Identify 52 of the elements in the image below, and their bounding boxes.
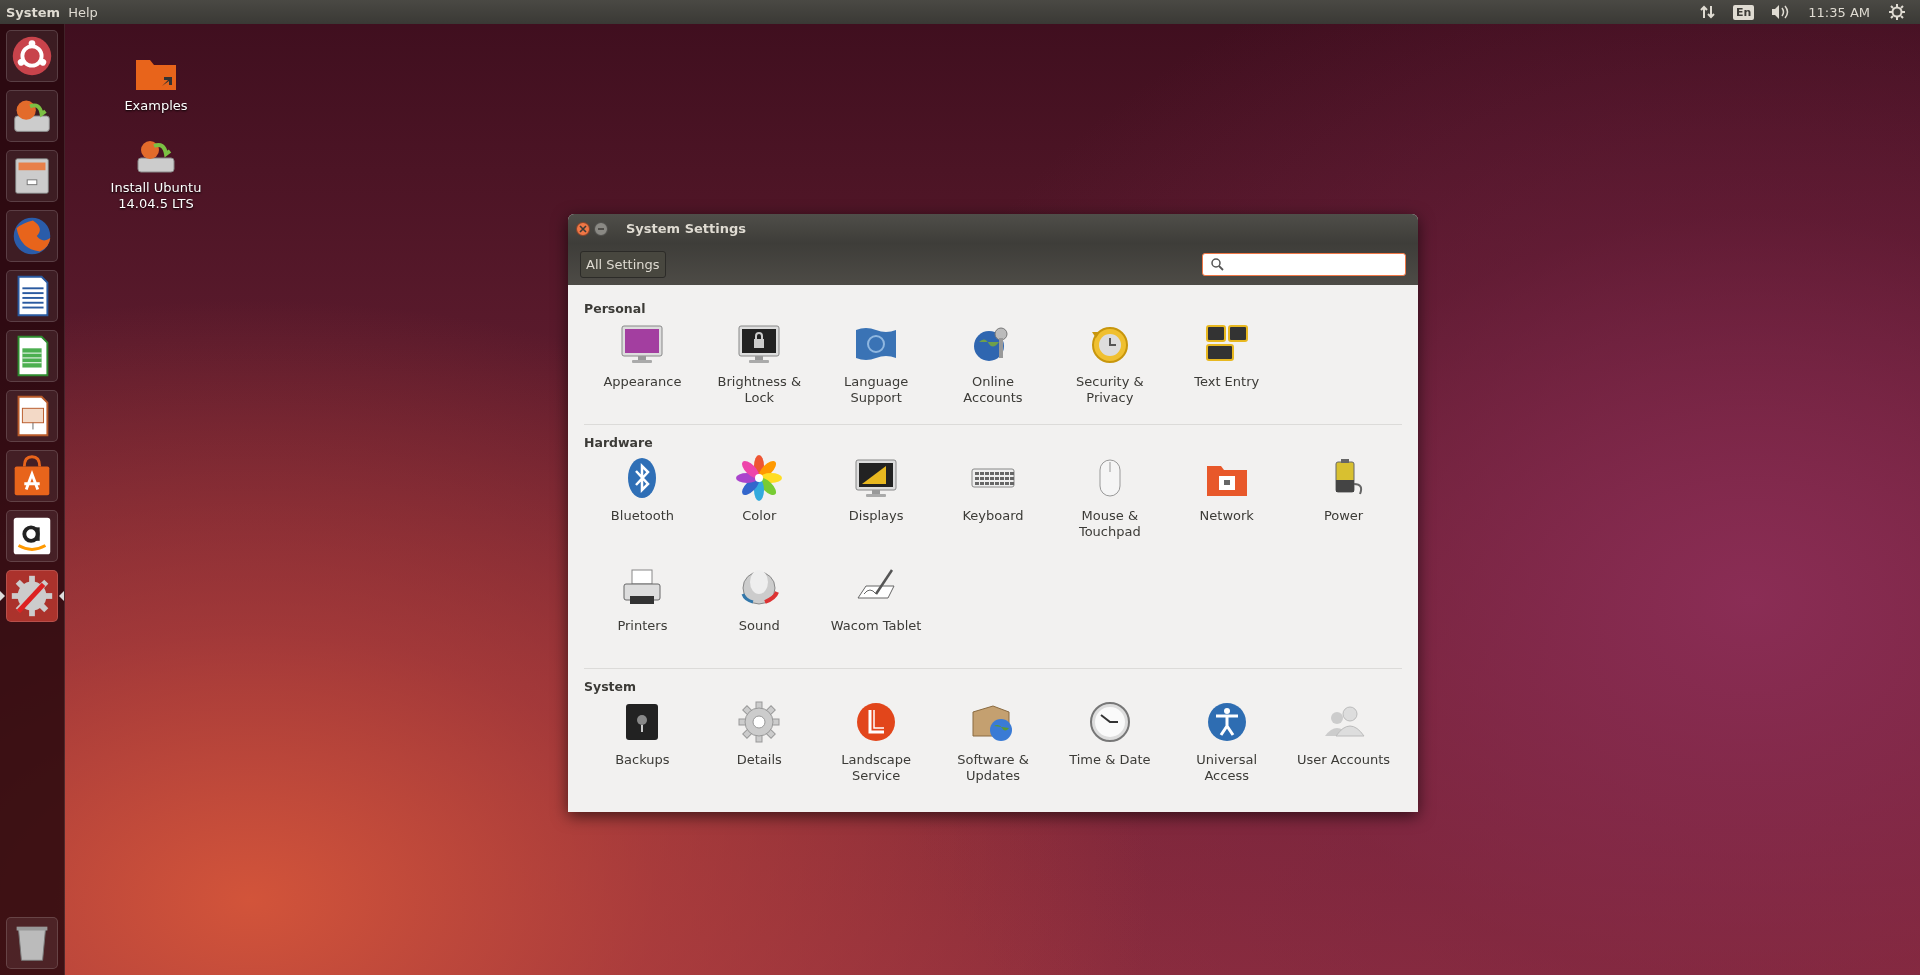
settings-item[interactable]: Brightness & Lock: [700, 318, 818, 416]
settings-item[interactable]: Language Support: [817, 318, 935, 416]
clock[interactable]: 11:35 AM: [1808, 4, 1870, 20]
search-field[interactable]: [1202, 252, 1406, 276]
launcher-item[interactable]: [6, 390, 58, 442]
settings-item[interactable]: Printers: [584, 562, 701, 660]
launcher-item[interactable]: [6, 510, 58, 562]
settings-item[interactable]: Landscape Service: [817, 696, 935, 794]
settings-item[interactable]: Text Entry: [1168, 318, 1286, 416]
minimize-button[interactable]: [594, 221, 608, 236]
launcher-item[interactable]: [6, 30, 58, 82]
menu-item[interactable]: System: [6, 4, 61, 20]
window-title: System Settings: [626, 221, 747, 236]
search-icon: [1211, 257, 1224, 271]
launcher-item[interactable]: [6, 450, 58, 502]
launcher-item[interactable]: [6, 90, 58, 142]
section-heading: System: [584, 679, 638, 694]
settings-item[interactable]: Mouse & Touchpad: [1051, 452, 1169, 550]
power-gear-icon[interactable]: [1889, 4, 1905, 20]
settings-item[interactable]: Sound: [700, 562, 818, 660]
launcher-item[interactable]: [6, 270, 58, 322]
settings-item[interactable]: Software & Updates: [934, 696, 1052, 794]
launcher-item[interactable]: [6, 150, 58, 202]
settings-item[interactable]: Appearance: [584, 318, 701, 416]
settings-item[interactable]: Details: [700, 696, 818, 794]
settings-item[interactable]: Time & Date: [1051, 696, 1169, 794]
section-heading: Personal: [584, 301, 647, 316]
launcher-item[interactable]: [6, 330, 58, 382]
up-down-arrows-icon[interactable]: [1699, 4, 1716, 20]
close-icon: [579, 224, 587, 233]
settings-item[interactable]: Online Accounts: [934, 318, 1052, 416]
section-heading: Hardware: [584, 435, 654, 450]
settings-item[interactable]: Displays: [817, 452, 935, 550]
color-flower-icon: [735, 454, 784, 502]
menu-item[interactable]: Help: [68, 4, 98, 20]
desktop-icon-label[interactable]: Install Ubuntu 14.04.5 LTS: [106, 180, 206, 212]
settings-item[interactable]: Backups: [584, 696, 701, 794]
volume-icon[interactable]: [1771, 4, 1790, 20]
settings-item[interactable]: Security & Privacy: [1051, 318, 1169, 416]
settings-item[interactable]: Power: [1285, 452, 1402, 550]
settings-item[interactable]: Network: [1168, 452, 1286, 550]
settings-item[interactable]: Keyboard: [934, 452, 1052, 550]
keyboard-layout-indicator[interactable]: En: [1732, 4, 1755, 20]
settings-item[interactable]: Bluetooth: [584, 452, 701, 550]
desktop-icon-label[interactable]: Examples: [106, 98, 206, 114]
settings-item[interactable]: Color: [700, 452, 818, 550]
settings-item[interactable]: Universal Access: [1168, 696, 1286, 794]
close-button[interactable]: [576, 221, 590, 236]
settings-item[interactable]: User Accounts: [1285, 696, 1402, 794]
trash-button[interactable]: [6, 917, 58, 969]
all-settings-button[interactable]: All Settings: [580, 250, 666, 278]
settings-item[interactable]: Wacom Tablet: [817, 562, 935, 660]
